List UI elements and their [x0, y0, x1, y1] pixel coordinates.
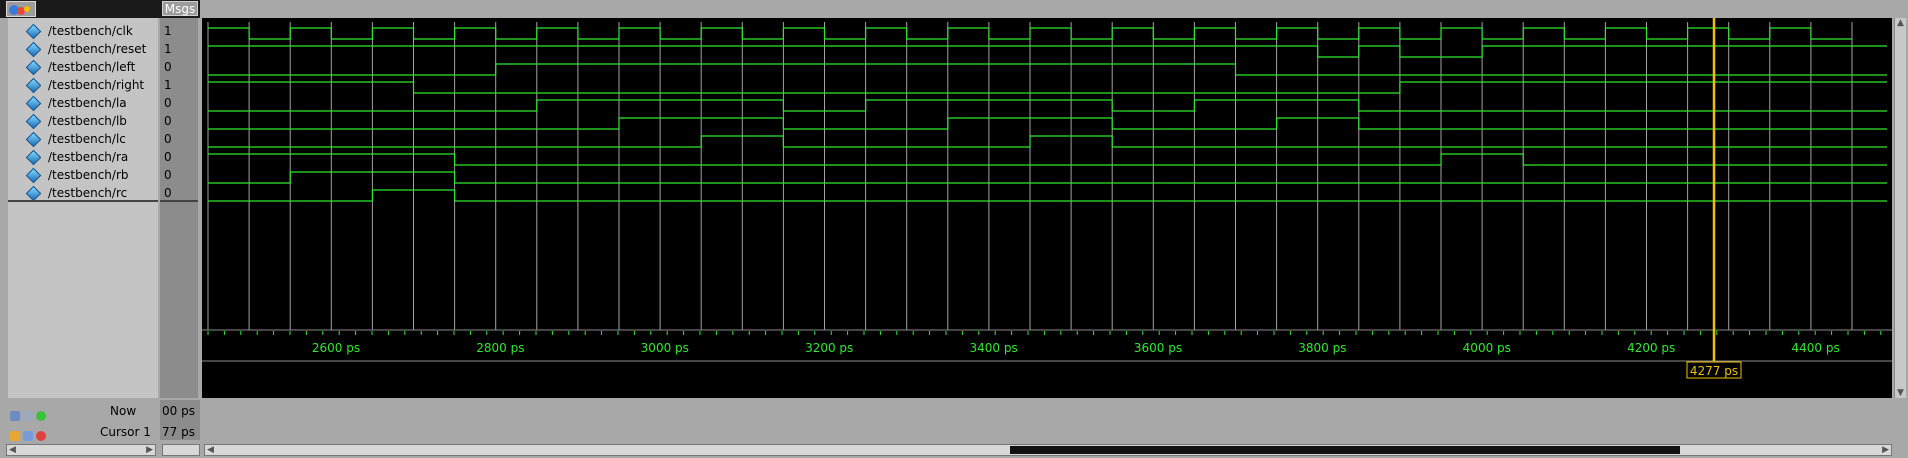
scroll-right-icon[interactable]: ▶ — [146, 445, 153, 455]
ruler-tick-label: 3000 ps — [641, 341, 689, 355]
zoom-icon[interactable] — [10, 411, 20, 421]
lock-icon[interactable] — [10, 431, 20, 441]
signal-row[interactable]: /testbench/left 0 — [0, 59, 200, 77]
cursor-toolbar — [10, 426, 49, 445]
wave-scroll-left-icon[interactable]: ◀ — [207, 445, 214, 455]
cursor-label: Cursor 1 — [100, 425, 151, 439]
signal-row[interactable]: /testbench/lb 0 — [0, 113, 200, 131]
signal-row[interactable]: /testbench/reset 1 — [0, 41, 200, 59]
signal-name: /testbench/reset — [48, 42, 147, 56]
signal-row[interactable]: /testbench/ra 0 — [0, 149, 200, 167]
signal-value: 1 — [164, 42, 172, 56]
signal-name: /testbench/right — [48, 78, 145, 92]
ruler-tick-label: 2800 ps — [476, 341, 524, 355]
signal-name: /testbench/clk — [48, 24, 133, 38]
signal-name: /testbench/ra — [48, 150, 129, 164]
ruler-tick-label: 4000 ps — [1463, 341, 1511, 355]
signal-value: 0 — [164, 114, 172, 128]
signal-name: /testbench/lc — [48, 132, 126, 146]
signal-value: 0 — [164, 168, 172, 182]
wave-vscrollbar[interactable]: ▲ ▼ — [1894, 18, 1906, 398]
signal-icon — [25, 113, 42, 130]
signal-icon — [25, 41, 42, 58]
signal-icon — [25, 167, 42, 184]
signal-icon — [25, 185, 42, 202]
edit-icon[interactable] — [23, 431, 33, 441]
signal-row[interactable]: /testbench/la 0 — [0, 95, 200, 113]
ruler-tick-label: 3400 ps — [969, 341, 1017, 355]
msgs-label: Msgs — [162, 1, 198, 16]
names-hscrollbar[interactable]: ◀ ▶ — [6, 444, 156, 456]
list-separator — [8, 200, 158, 202]
signal-name: /testbench/lb — [48, 114, 127, 128]
waveform-canvas[interactable]: 2600 ps 2800 ps 3000 ps 3200 ps 3400 ps 3600 … — [202, 18, 1892, 398]
cursor-time-label: 4277 ps — [1690, 364, 1738, 378]
signal-icon — [25, 77, 42, 94]
signal-name: /testbench/rb — [48, 168, 129, 182]
signal-icon — [25, 95, 42, 112]
cursor-value: 77 ps — [162, 425, 195, 439]
values-hscrollbar[interactable] — [162, 444, 200, 456]
signal-row[interactable]: /testbench/clk 1 — [0, 23, 200, 41]
wave-toggle-icon[interactable] — [23, 411, 33, 421]
signal-value: 1 — [164, 24, 172, 38]
ruler-tick-label: 2600 ps — [312, 341, 360, 355]
signal-icon — [25, 149, 42, 166]
signal-name: /testbench/la — [48, 96, 127, 110]
now-toolbar — [10, 406, 49, 425]
scroll-up-icon[interactable]: ▲ — [1897, 18, 1904, 28]
wave-scroll-thumb[interactable] — [1010, 446, 1680, 454]
signal-value: 0 — [164, 150, 172, 164]
time-ruler[interactable] — [202, 330, 1892, 380]
signal-name: /testbench/left — [48, 60, 136, 74]
ruler-tick-label: 4200 ps — [1627, 341, 1675, 355]
signal-name: /testbench/rc — [48, 186, 128, 200]
signal-icon — [25, 59, 42, 76]
ruler-tick-label: 3200 ps — [805, 341, 853, 355]
signal-trace — [208, 27, 1852, 40]
signal-value: 1 — [164, 78, 172, 92]
delete-cursor-icon[interactable] — [36, 431, 46, 441]
ruler-tick-label: 4400 ps — [1791, 341, 1839, 355]
values-separator — [160, 200, 198, 202]
signal-value: 0 — [164, 132, 172, 146]
ruler-tick-label: 3800 ps — [1298, 341, 1346, 355]
wave-logo-icon[interactable] — [6, 1, 36, 17]
now-label: Now — [110, 404, 137, 418]
add-cursor-icon[interactable] — [36, 411, 46, 421]
signal-row[interactable]: /testbench/rb 0 — [0, 167, 200, 185]
signal-icon — [25, 23, 42, 40]
wave-scroll-right-icon[interactable]: ▶ — [1882, 445, 1889, 455]
now-value: 00 ps — [162, 404, 195, 418]
signal-value: 0 — [164, 96, 172, 110]
scroll-left-icon[interactable]: ◀ — [9, 445, 16, 455]
signal-row[interactable]: /testbench/right 1 — [0, 77, 200, 95]
scroll-down-icon[interactable]: ▼ — [1897, 388, 1904, 398]
signal-value: 0 — [164, 60, 172, 74]
signal-row[interactable]: /testbench/lc 0 — [0, 131, 200, 149]
signal-value: 0 — [164, 186, 172, 200]
ruler-tick-label: 3600 ps — [1134, 341, 1182, 355]
signal-icon — [25, 131, 42, 148]
